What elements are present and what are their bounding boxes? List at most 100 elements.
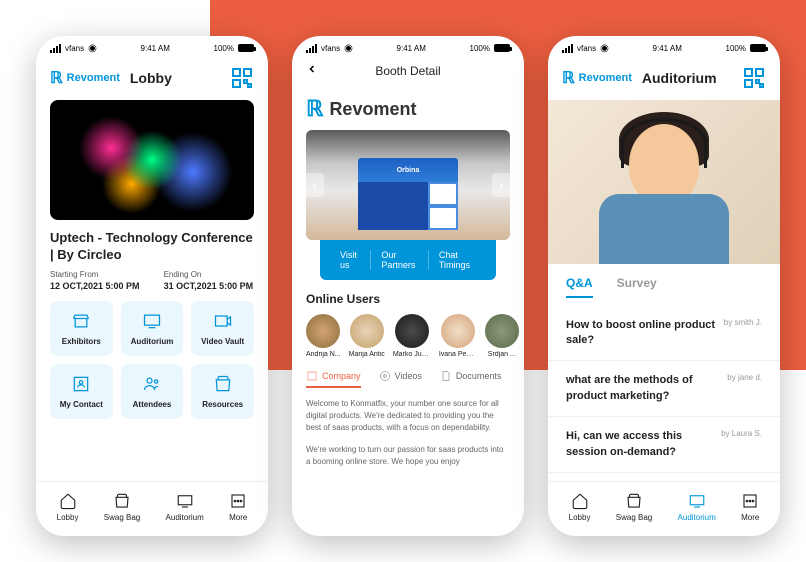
avatar <box>306 314 340 348</box>
phone-lobby: vfans ◉ 9:41 AM 100% ℝ Revoment Lobby Up… <box>36 36 268 536</box>
avatar <box>441 314 475 348</box>
speaker-person <box>574 104 754 264</box>
end-label: Ending On <box>164 270 254 279</box>
wifi-icon: ◉ <box>88 43 97 54</box>
user-item[interactable]: Marko Jus... <box>393 314 431 358</box>
tab-company[interactable]: Company <box>306 370 361 388</box>
grid-label: My Contact <box>60 400 103 409</box>
qa-item[interactable]: Hi, can we access this session on-demand… <box>548 417 780 473</box>
signal-icon <box>306 44 317 53</box>
navigation-grid: Exhibitors Auditorium Video Vault My Con… <box>36 301 268 419</box>
battery-icon <box>238 44 254 52</box>
company-description-2: We're working to turn our passion for sa… <box>292 444 524 478</box>
bottom-nav: Lobby Swag Bag Auditorium More <box>36 481 268 536</box>
nav-lobby[interactable]: Lobby <box>57 492 79 522</box>
grid-my-contact[interactable]: My Contact <box>50 364 113 419</box>
action-chat-timings[interactable]: Chat Timings <box>429 250 486 270</box>
app-logo[interactable]: ℝ Revoment <box>562 68 632 88</box>
logo-text: Revoment <box>67 72 120 84</box>
avatar <box>350 314 384 348</box>
avatar <box>395 314 429 348</box>
qr-scan-button[interactable] <box>742 66 766 90</box>
booth-name: Revoment <box>329 99 416 120</box>
status-time: 9:41 AM <box>653 44 682 53</box>
nav-more[interactable]: More <box>741 492 759 522</box>
phone-booth-detail: vfans◉ 9:41 AM 100% Booth Detail ℝ Revom… <box>292 36 524 536</box>
grid-video-vault[interactable]: Video Vault <box>191 301 254 356</box>
event-hero-image[interactable] <box>50 100 254 220</box>
back-button[interactable] <box>306 62 318 80</box>
status-bar: vfans◉ 9:41 AM 100% <box>292 36 524 56</box>
grid-exhibitors[interactable]: Exhibitors <box>50 301 113 356</box>
user-item[interactable]: Ivana Pesi... <box>439 314 477 358</box>
grid-attendees[interactable]: Attendees <box>121 364 184 419</box>
status-bar: vfans◉ 9:41 AM 100% <box>548 36 780 56</box>
page-title: Booth Detail <box>375 64 440 78</box>
logo-icon: ℝ <box>562 68 575 88</box>
signal-icon <box>562 44 573 53</box>
event-dates: Starting From 12 OCT,2021 5:00 PM Ending… <box>36 270 268 301</box>
wifi-icon: ◉ <box>344 43 353 54</box>
grid-resources[interactable]: Resources <box>191 364 254 419</box>
qr-scan-button[interactable] <box>230 66 254 90</box>
tab-videos[interactable]: Videos <box>379 370 422 388</box>
booth-kiosk: Orbina <box>358 158 458 230</box>
phone-auditorium: vfans◉ 9:41 AM 100% ℝ Revoment Auditoriu… <box>548 36 780 536</box>
bottom-nav: Lobby Swag Bag Auditorium More <box>548 481 780 536</box>
booth-logo: ℝ Revoment <box>306 96 510 122</box>
page-title: Lobby <box>130 70 220 86</box>
qa-item[interactable]: what are the methods of product marketin… <box>548 361 780 417</box>
app-logo[interactable]: ℝ Revoment <box>50 68 120 88</box>
action-visit-us[interactable]: Visit us <box>330 250 371 270</box>
nav-auditorium[interactable]: Auditorium <box>166 492 204 522</box>
header: Booth Detail <box>292 56 524 86</box>
auditorium-tabs: Q&A Survey <box>548 264 780 298</box>
phones-container: vfans ◉ 9:41 AM 100% ℝ Revoment Lobby Up… <box>36 36 780 536</box>
booth-image[interactable]: ‹ › Orbina <box>306 130 510 240</box>
user-item[interactable]: Marija Antic <box>349 314 385 358</box>
qa-item[interactable]: How to boost online product sale?by smit… <box>548 306 780 362</box>
grid-label: Auditorium <box>131 337 174 346</box>
qa-list: How to boost online product sale?by smit… <box>548 298 780 481</box>
start-label: Starting From <box>50 270 140 279</box>
speaker-video[interactable] <box>548 100 780 264</box>
grid-label: Attendees <box>133 400 172 409</box>
company-description-1: Welcome to Konmatfix, your number one so… <box>292 388 524 444</box>
nav-auditorium[interactable]: Auditorium <box>678 492 716 522</box>
nav-swag-bag[interactable]: Swag Bag <box>616 492 652 522</box>
avatar <box>485 314 519 348</box>
logo-icon: ℝ <box>306 96 323 122</box>
nav-swag-bag[interactable]: Swag Bag <box>104 492 140 522</box>
nav-more[interactable]: More <box>229 492 247 522</box>
battery-pct: 100% <box>214 44 234 53</box>
wifi-icon: ◉ <box>600 43 609 54</box>
grid-label: Resources <box>202 400 243 409</box>
status-bar: vfans ◉ 9:41 AM 100% <box>36 36 268 56</box>
header: ℝ Revoment Lobby <box>36 56 268 100</box>
booth-tabs: Company Videos Documents <box>292 358 524 388</box>
end-value: 31 OCT,2021 5:00 PM <box>164 281 254 291</box>
online-users-list[interactable]: Andrija N... Marija Antic Marko Jus... I… <box>292 314 524 358</box>
grid-label: Video Vault <box>201 337 244 346</box>
grid-auditorium[interactable]: Auditorium <box>121 301 184 356</box>
tab-survey[interactable]: Survey <box>617 276 657 298</box>
status-time: 9:41 AM <box>397 44 426 53</box>
header: ℝ Revoment Auditorium <box>548 56 780 100</box>
action-bar: Visit us Our Partners Chat Timings <box>320 240 496 280</box>
carrier: vfans <box>65 44 84 53</box>
event-title: Uptech - Technology Conference | By Circ… <box>36 220 268 270</box>
user-item[interactable]: Andrija N... <box>306 314 341 358</box>
signal-icon <box>50 44 61 53</box>
battery-icon <box>494 44 510 52</box>
action-our-partners[interactable]: Our Partners <box>371 250 428 270</box>
status-time: 9:41 AM <box>141 44 170 53</box>
nav-lobby[interactable]: Lobby <box>569 492 591 522</box>
tab-qa[interactable]: Q&A <box>566 276 593 298</box>
user-item[interactable]: Srdjan ... <box>485 314 519 358</box>
grid-label: Exhibitors <box>62 337 101 346</box>
page-title: Auditorium <box>642 70 732 86</box>
battery-icon <box>750 44 766 52</box>
tab-documents[interactable]: Documents <box>440 370 502 388</box>
carousel-next-button[interactable]: › <box>492 173 510 197</box>
carousel-prev-button[interactable]: ‹ <box>306 173 324 197</box>
